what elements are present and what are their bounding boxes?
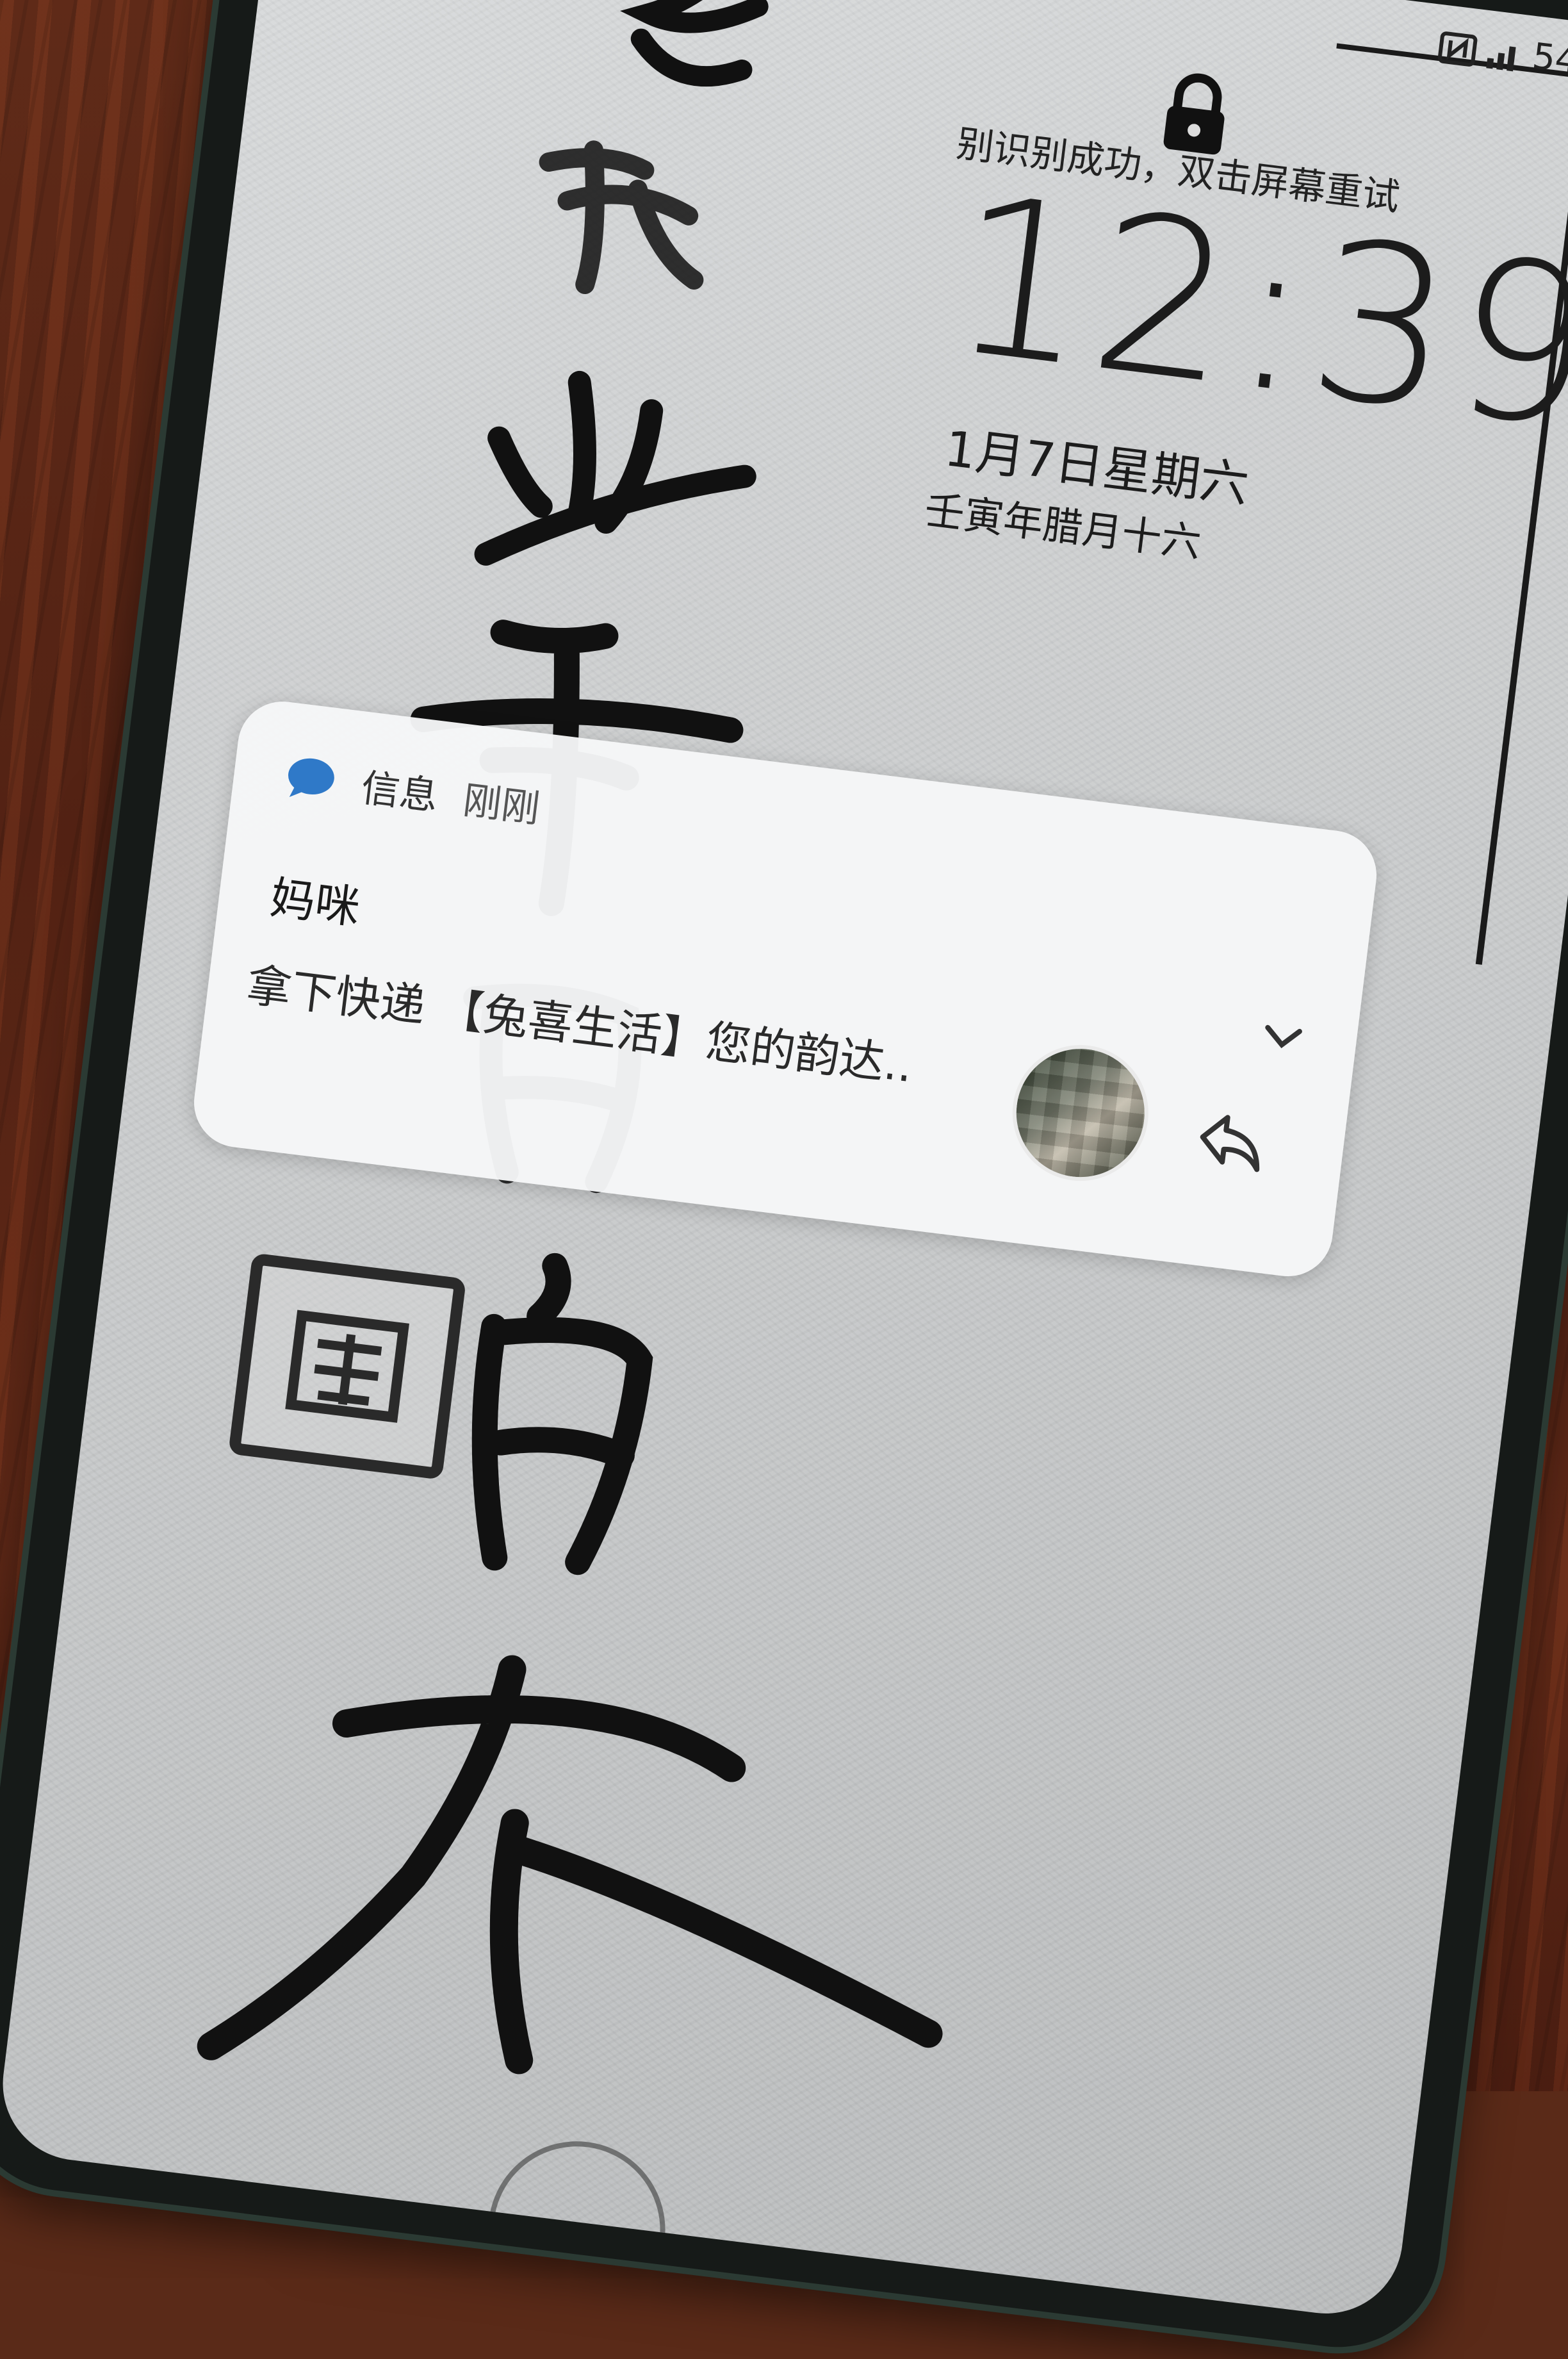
notification-app-name: 信息 — [359, 765, 441, 819]
notification-header: 信息 刚刚 — [282, 747, 544, 834]
wallpaper-calligraphy — [527, 110, 735, 335]
battery-percentage: 54% — [1530, 35, 1568, 86]
notification-sender: 妈咪 — [267, 871, 363, 935]
message-notification[interactable]: 信息 刚刚 妈咪 拿下快递 【兔喜生活】您的韵达.. — [189, 696, 1382, 1282]
wallpaper-calligraphy — [153, 1636, 995, 2160]
wallpaper-frame-line — [1475, 74, 1568, 965]
chevron-down-icon[interactable] — [1258, 1015, 1307, 1059]
signal-icon — [1483, 35, 1526, 71]
phone: 54% 别识别成功，双击屏幕重试 12:39 1月7日星期六 壬寅年腊月十六 信… — [0, 0, 1568, 2359]
wallpaper-calligraphy — [437, 347, 784, 636]
wallpaper-seal-stamp — [228, 1253, 467, 1480]
lock-screen[interactable]: 54% 别识别成功，双击屏幕重试 12:39 1月7日星期六 壬寅年腊月十六 信… — [0, 0, 1568, 2322]
lock-clock: 12:39 — [938, 147, 1568, 479]
notification-preview: 拿下快递 【兔喜生活】您的韵达.. — [243, 958, 916, 1093]
sender-avatar — [1004, 1037, 1156, 1189]
status-bar: 54% — [1436, 24, 1568, 86]
notification-time: 刚刚 — [460, 778, 543, 832]
unlock-indicator[interactable] — [478, 2131, 676, 2322]
reply-icon[interactable] — [1193, 1105, 1270, 1177]
nfc-icon — [1437, 29, 1479, 67]
messages-app-icon — [283, 753, 339, 803]
